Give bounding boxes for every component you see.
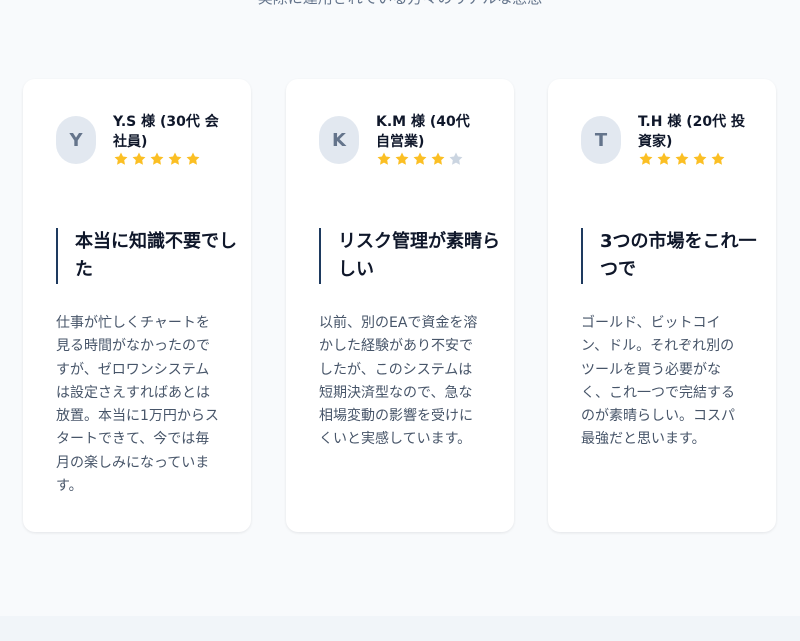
reviewer-name: Y.S 様 (30代 会社員) xyxy=(113,114,219,150)
section-subtitle: 実際に運用されている方々のリアルな感想 xyxy=(0,0,800,8)
star-icon xyxy=(395,152,409,165)
star-icon xyxy=(168,152,182,165)
testimonial-headline: 本当に知識不要でした xyxy=(56,228,240,284)
next-section-band xyxy=(0,616,800,641)
star-icon xyxy=(114,152,128,165)
testimonial-body: 以前、別のEAで資金を溶かした経験があり不安でしたが、このシステムは短期決済型な… xyxy=(319,315,478,448)
star-icon xyxy=(132,152,146,165)
testimonial-card: K K.M 様 (40代 自営業) リスク管理が素晴らしい 以前、別のEAで資金… xyxy=(286,79,514,532)
star-rating xyxy=(113,151,201,167)
testimonial-headline: リスク管理が素晴らしい xyxy=(319,228,503,284)
star-icon xyxy=(657,152,671,165)
avatar: T xyxy=(581,116,621,164)
testimonial-body: ゴールド、ビットコイン、ドル。それぞれ別のツールを買う必要がなく、これ一つで完結… xyxy=(581,315,735,448)
testimonial-body: 仕事が忙しくチャートを見る時間がなかったのですが、ゼロワンシステムは設定さえすれ… xyxy=(56,315,219,495)
star-icon xyxy=(675,152,689,165)
reviewer-name: T.H 様 (20代 投資家) xyxy=(638,114,745,150)
star-icon xyxy=(693,152,707,165)
star-icon xyxy=(186,152,200,165)
star-rating xyxy=(376,151,464,167)
star-icon xyxy=(639,152,653,165)
star-icon xyxy=(431,152,445,165)
testimonial-card: T T.H 様 (20代 投資家) 3つの市場をこれ一つで ゴールド、ビットコイ… xyxy=(548,79,776,532)
star-icon xyxy=(449,152,463,165)
star-icon xyxy=(150,152,164,165)
testimonial-card: Y Y.S 様 (30代 会社員) 本当に知識不要でした 仕事が忙しくチャートを… xyxy=(23,79,251,532)
testimonial-headline: 3つの市場をこれ一つで xyxy=(581,228,765,284)
star-icon xyxy=(711,152,725,165)
avatar: Y xyxy=(56,116,96,164)
reviewer-name: K.M 様 (40代 自営業) xyxy=(376,114,470,150)
star-icon xyxy=(413,152,427,165)
star-icon xyxy=(377,152,391,165)
avatar: K xyxy=(319,116,359,164)
star-rating xyxy=(638,151,726,167)
